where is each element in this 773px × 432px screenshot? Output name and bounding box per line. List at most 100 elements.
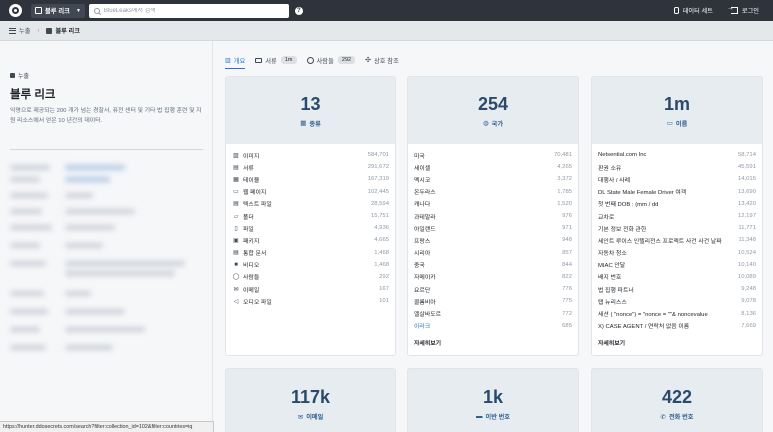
list-item-label: 세이셸 [414,165,431,172]
card-header: 117k ✉ 이메일 [226,369,395,432]
list-item[interactable]: 탭 뉴리스스 9,078 [598,295,756,307]
top-navbar: 블루 리크 ▼ ? 데이터 세트 로그인 [0,0,773,21]
list-item-count: 8,136 [741,310,756,317]
list-item-count: 822 [562,273,572,280]
breadcrumb-current[interactable]: 블루 리크 [55,26,80,35]
list-item[interactable]: ▤ 텍스트 파일 28,594 [232,198,389,210]
help-icon[interactable]: ? [294,6,303,15]
list-item[interactable]: ◁ 오디오 파일 101 [232,295,389,307]
list-item[interactable]: ▤ 통합 문서 1,468 [232,247,389,259]
collection-icon [46,27,53,34]
list-item[interactable]: 첫 번째 DOB : (mm / dd 13,420 [598,198,756,210]
tab-label: 사람들 [316,57,334,65]
list-item[interactable]: 배지 번호 10,089 [598,271,756,283]
list-item[interactable]: ▤ 서류 291,672 [232,161,389,173]
list-item[interactable]: 교차로 12,197 [598,210,756,222]
app-logo-icon[interactable] [9,4,22,17]
list-item[interactable]: 멕시코 3,372 [414,173,572,185]
list-item[interactable]: 자메이카 822 [414,271,572,283]
list-item[interactable]: 세션 ( "nonce") = "nonce = ""& noncevalue 8… [598,307,756,319]
tab-cross-reference[interactable]: ✣ 상호 참조 [365,53,399,67]
list-item[interactable]: 온두라스 1,785 [414,186,572,198]
list-item[interactable]: 프랑스 948 [414,234,572,246]
list-item[interactable]: ▣ 패키지 4,665 [232,234,389,246]
list-item[interactable]: 판권 소유 45,591 [598,161,756,173]
folder-icon: ▱ [233,213,239,220]
list-item-count: 4,265 [557,164,572,171]
list-item[interactable]: Netsential.com Inc 58,714 [598,149,756,161]
breadcrumb-root[interactable]: 누출 [19,26,30,35]
list-item[interactable]: 미국 70,481 [414,149,572,161]
datasets-label: 데이터 세트 [682,8,713,15]
list-item[interactable]: X) CASE AGENT / 연락처 없음 이름 7,669 [598,320,756,332]
list-item[interactable]: 중국 844 [414,259,572,271]
list-item[interactable]: ◯ 사람들 292 [232,271,389,283]
list-item[interactable]: DL State Male Female Driver 여객 13,690 [598,186,756,198]
card-label-text: 이반 번호 [485,414,511,421]
list-item-label: 서류 [243,165,254,172]
globe-icon: ◍ [482,120,489,127]
list-item[interactable]: 자동차 청소 10,524 [598,247,756,259]
list-item-label: 첫 번째 DOB : (mm / dd [598,202,659,209]
list-item[interactable]: MIAC 안달 10,140 [598,259,756,271]
image-icon: ▨ [233,152,239,159]
list-item[interactable]: 아일랜드 971 [414,222,572,234]
audio-icon: ◁ [233,298,239,305]
list-item-label: 통합 문서 [243,251,267,258]
tab-people[interactable]: 사람들 292 [306,53,356,67]
tab-label: 서류 [265,57,277,65]
list-item[interactable]: 요르단 776 [414,283,572,295]
list-item[interactable]: ▱ 폴더 15,751 [232,210,389,222]
package-icon: ▣ [233,237,239,244]
names-more-link[interactable]: 자세히보기 [598,338,756,347]
list-item-count: 11,771 [738,225,756,232]
card-header: 254 ◍ 국가 [408,77,578,144]
list-item[interactable]: 과테말라 976 [414,210,572,222]
list-item[interactable]: 이라크 685 [414,320,572,332]
list-item-count: 167,319 [367,176,389,183]
list-item[interactable]: ▦ 테이블 167,319 [232,173,389,185]
list-item-count: 4,665 [374,237,389,244]
datasets-button[interactable]: 데이터 세트 [673,6,713,15]
list-item[interactable]: ✉ 이메일 167 [232,283,389,295]
sidebar-kicker-label: 누출 [18,74,30,80]
list-icon [9,27,16,34]
list-item[interactable]: ■ 비디오 1,468 [232,259,389,271]
list-item-label: 패키지 [243,238,260,245]
collection-switcher-button[interactable]: 블루 리크 ▼ [31,3,85,18]
list-item[interactable]: 기본 정보 전화 관한 11,771 [598,222,756,234]
id-card-icon: ▭ [666,120,673,127]
list-item[interactable]: 엘살바도르 772 [414,307,572,319]
list-item[interactable]: 콜롬비아 775 [414,295,572,307]
list-item[interactable]: ▯ 파일 4,936 [232,222,389,234]
collection-tabs: ▥ 개요 서류 1m 사람들 292 ✣ 상호 참조 [225,53,409,69]
list-item-label: 미국 [414,153,425,160]
search-input[interactable] [103,7,284,14]
list-item-count: 948 [562,237,572,244]
list-item[interactable]: ▨ 이미지 584,701 [232,149,389,161]
list-item[interactable]: 시리아 857 [414,247,572,259]
collection-icon [35,7,42,14]
countries-more-link[interactable]: 자세히보기 [414,338,572,347]
sidebar-kicker: 누출 [10,71,29,80]
list-item-count: 291,672 [367,164,389,171]
login-button[interactable]: 로그인 [727,5,759,15]
list-item-label: 아일랜드 [414,226,436,233]
person-icon: ◯ [232,274,240,281]
tab-documents[interactable]: 서류 1m [255,53,297,67]
list-item-label: 기본 정보 전화 관한 [598,226,647,233]
list-item[interactable]: 대행사 / 사례 14,015 [598,173,756,185]
list-item[interactable]: 세인트 루이스 인텔리전스 프로젝트 사건 사건 날짜 11,348 [598,234,756,246]
list-item[interactable]: ▭ 웹 페이지 102,445 [232,186,389,198]
grid-icon: ▦ [300,120,307,127]
tab-overview[interactable]: ▥ 개요 [225,53,246,69]
list-item[interactable]: 세이셸 4,265 [414,161,572,173]
list-item-count: 844 [562,261,572,268]
list-item[interactable]: 캐나다 1,520 [414,198,572,210]
list-item-count: 1,785 [557,188,572,195]
list-item-count: 1,468 [374,249,389,256]
list-item[interactable]: 법 집행 파트너 9,248 [598,283,756,295]
card-label-text: 종류 [309,120,321,128]
login-label: 로그인 [741,8,759,15]
countries-list: 미국 70,481 세이셸 4,265 멕시코 3,372 온두라스 1,785 캐나다 1,52… [408,144,578,332]
